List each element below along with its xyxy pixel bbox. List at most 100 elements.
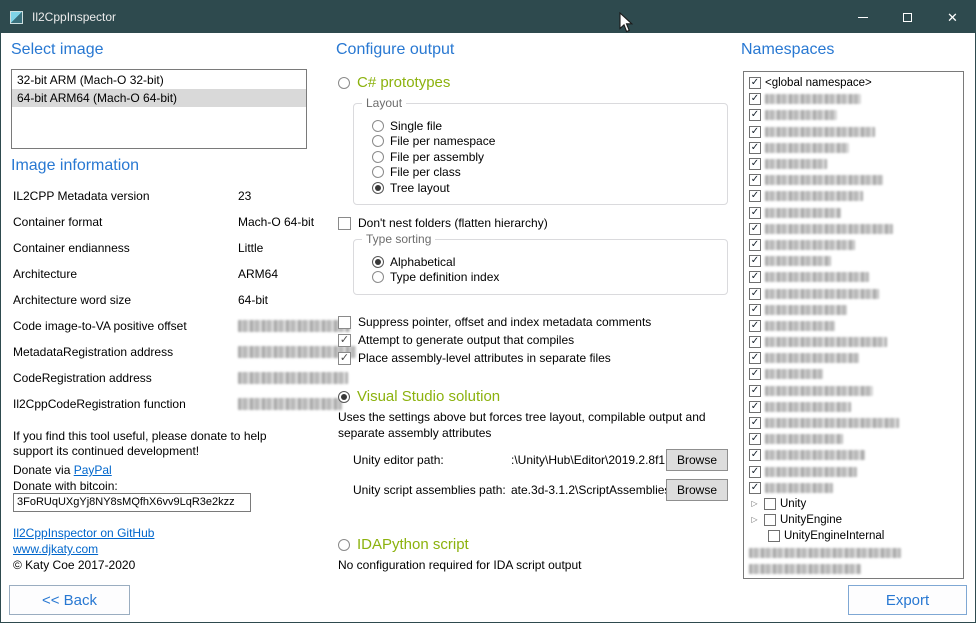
namespace-item[interactable]: ▷Unity bbox=[749, 496, 963, 512]
path-field-value[interactable]: ate.3d-3.1.2\ScriptAssemblies bbox=[511, 483, 666, 497]
namespace-checkbox[interactable]: ✓ bbox=[749, 142, 761, 154]
layout-option[interactable]: File per assembly bbox=[372, 149, 727, 165]
namespace-item[interactable]: UnityEngineInternal bbox=[749, 528, 963, 544]
namespace-checkbox[interactable]: ✓ bbox=[749, 401, 761, 413]
browse-button[interactable]: Browse bbox=[666, 449, 728, 471]
namespace-item[interactable]: ✓ bbox=[749, 156, 963, 172]
layout-option[interactable]: File per class bbox=[372, 165, 727, 181]
redacted-namespace bbox=[765, 175, 883, 185]
layout-option-label: Tree layout bbox=[390, 181, 450, 195]
namespace-item[interactable]: ✓ bbox=[749, 253, 963, 269]
namespaces-panel: Namespaces ✓<global namespace>✓✓✓✓✓✓✓✓✓✓… bbox=[741, 33, 967, 624]
type-sorting-option[interactable]: Alphabetical bbox=[372, 254, 727, 270]
layout-option-label: File per assembly bbox=[390, 150, 484, 164]
type-sorting-option[interactable]: Type definition index bbox=[372, 270, 727, 286]
namespace-item[interactable] bbox=[749, 561, 963, 577]
namespace-checkbox[interactable]: ✓ bbox=[749, 271, 761, 283]
csharp-prototypes-radio[interactable]: C# prototypes bbox=[338, 74, 450, 91]
namespace-checkbox[interactable]: ✓ bbox=[749, 466, 761, 478]
namespace-item[interactable]: ✓ bbox=[749, 447, 963, 463]
namespace-item[interactable]: ✓ bbox=[749, 205, 963, 221]
namespace-item[interactable]: ✓ bbox=[749, 172, 963, 188]
website-link[interactable]: www.djkaty.com bbox=[13, 542, 98, 556]
flatten-checkbox-row[interactable]: Don't nest folders (flatten hierarchy) bbox=[338, 216, 548, 230]
namespace-checkbox[interactable]: ✓ bbox=[749, 336, 761, 348]
namespace-checkbox[interactable]: ✓ bbox=[749, 320, 761, 332]
namespace-item[interactable]: ✓ bbox=[749, 237, 963, 253]
namespace-checkbox[interactable] bbox=[764, 498, 776, 510]
visual-studio-radio[interactable]: Visual Studio solution bbox=[338, 388, 500, 405]
namespace-item[interactable]: ✓ bbox=[749, 285, 963, 301]
namespace-item[interactable]: ▷UnityEngine bbox=[749, 512, 963, 528]
namespace-checkbox[interactable]: ✓ bbox=[749, 93, 761, 105]
layout-groupbox: Layout Single fileFile per namespaceFile… bbox=[353, 103, 728, 205]
path-field-value[interactable]: :\Unity\Hub\Editor\2019.2.8f1 bbox=[511, 453, 666, 467]
layout-option-label: File per class bbox=[390, 165, 461, 179]
idapython-radio[interactable]: IDAPython script bbox=[338, 536, 469, 553]
layout-option[interactable]: Tree layout bbox=[372, 180, 727, 196]
export-button[interactable]: Export bbox=[848, 585, 967, 615]
maximize-button[interactable] bbox=[885, 1, 930, 33]
namespace-checkbox[interactable]: ✓ bbox=[749, 352, 761, 364]
namespace-item[interactable]: ✓<global namespace> bbox=[749, 75, 963, 91]
image-list-item[interactable]: 64-bit ARM64 (Mach-O 64-bit) bbox=[12, 89, 306, 107]
option-checkbox-row[interactable]: ✓Attempt to generate output that compile… bbox=[338, 331, 651, 349]
layout-option[interactable]: File per namespace bbox=[372, 134, 727, 150]
namespace-checkbox[interactable]: ✓ bbox=[749, 223, 761, 235]
namespace-item[interactable]: ✓ bbox=[749, 399, 963, 415]
namespace-item[interactable]: ✓ bbox=[749, 221, 963, 237]
bitcoin-address-field[interactable]: 3FoRUqUXgYj8NY8sMQfhX6vv9LqR3e2kzz bbox=[13, 493, 251, 512]
namespace-item[interactable]: ✓ bbox=[749, 480, 963, 496]
namespace-item[interactable]: ✓ bbox=[749, 107, 963, 123]
namespace-item[interactable] bbox=[749, 544, 963, 560]
namespace-item[interactable]: ✓ bbox=[749, 91, 963, 107]
namespace-checkbox[interactable]: ✓ bbox=[749, 417, 761, 429]
namespace-item[interactable]: ✓ bbox=[749, 383, 963, 399]
expander-icon[interactable]: ▷ bbox=[749, 500, 760, 508]
expander-icon[interactable]: ▷ bbox=[749, 516, 760, 524]
namespace-checkbox[interactable]: ✓ bbox=[749, 288, 761, 300]
namespace-item[interactable]: ✓ bbox=[749, 140, 963, 156]
namespace-item[interactable]: ✓ bbox=[749, 334, 963, 350]
namespace-list[interactable]: ✓<global namespace> ✓ ✓ ✓ ✓ ✓ ✓ ✓ ✓ ✓ ✓ ✓ ✓ ✓ ✓ ✓ ✓ ✓ ✓ ✓ ✓ ✓… bbox=[743, 71, 964, 579]
image-list-item[interactable]: 32-bit ARM (Mach-O 32-bit) bbox=[12, 71, 306, 89]
minimize-button[interactable] bbox=[840, 1, 885, 33]
namespace-item[interactable]: ✓ bbox=[749, 188, 963, 204]
namespace-checkbox[interactable]: ✓ bbox=[749, 190, 761, 202]
namespace-checkbox[interactable]: ✓ bbox=[749, 239, 761, 251]
namespace-item[interactable]: ✓ bbox=[749, 464, 963, 480]
namespace-item[interactable]: ✓ bbox=[749, 350, 963, 366]
namespace-checkbox[interactable]: ✓ bbox=[749, 433, 761, 445]
namespace-item[interactable]: ✓ bbox=[749, 318, 963, 334]
namespace-checkbox[interactable]: ✓ bbox=[749, 482, 761, 494]
namespace-checkbox[interactable]: ✓ bbox=[749, 368, 761, 380]
browse-button[interactable]: Browse bbox=[666, 479, 728, 501]
namespace-item[interactable]: ✓ bbox=[749, 269, 963, 285]
namespace-checkbox[interactable]: ✓ bbox=[749, 158, 761, 170]
namespace-item[interactable]: ✓ bbox=[749, 302, 963, 318]
namespace-checkbox[interactable]: ✓ bbox=[749, 109, 761, 121]
image-listbox[interactable]: 32-bit ARM (Mach-O 32-bit)64-bit ARM64 (… bbox=[11, 69, 307, 149]
namespace-item[interactable]: ✓ bbox=[749, 431, 963, 447]
namespace-item[interactable]: ✓ bbox=[749, 366, 963, 382]
namespace-checkbox[interactable] bbox=[764, 514, 776, 526]
paypal-link[interactable]: PayPal bbox=[74, 463, 112, 477]
option-checkbox-row[interactable]: ✓Place assembly-level attributes in sepa… bbox=[338, 349, 651, 367]
namespace-checkbox[interactable] bbox=[768, 530, 780, 542]
back-button[interactable]: << Back bbox=[9, 585, 130, 615]
namespace-checkbox[interactable]: ✓ bbox=[749, 207, 761, 219]
namespace-checkbox[interactable]: ✓ bbox=[749, 126, 761, 138]
namespace-item[interactable]: ✓ bbox=[749, 415, 963, 431]
github-link[interactable]: Il2CppInspector on GitHub bbox=[13, 526, 154, 540]
namespace-item[interactable]: ✓ bbox=[749, 124, 963, 140]
namespace-checkbox[interactable]: ✓ bbox=[749, 174, 761, 186]
close-button[interactable]: ✕ bbox=[930, 1, 975, 33]
layout-option[interactable]: Single file bbox=[372, 118, 727, 134]
namespace-checkbox[interactable]: ✓ bbox=[749, 304, 761, 316]
configure-panel: Configure output C# prototypes Layout Si… bbox=[336, 33, 732, 624]
namespace-checkbox[interactable]: ✓ bbox=[749, 449, 761, 461]
namespace-checkbox[interactable]: ✓ bbox=[749, 385, 761, 397]
namespace-checkbox[interactable]: ✓ bbox=[749, 255, 761, 267]
namespace-checkbox[interactable]: ✓ bbox=[749, 77, 761, 89]
option-checkbox-row[interactable]: Suppress pointer, offset and index metad… bbox=[338, 313, 651, 331]
